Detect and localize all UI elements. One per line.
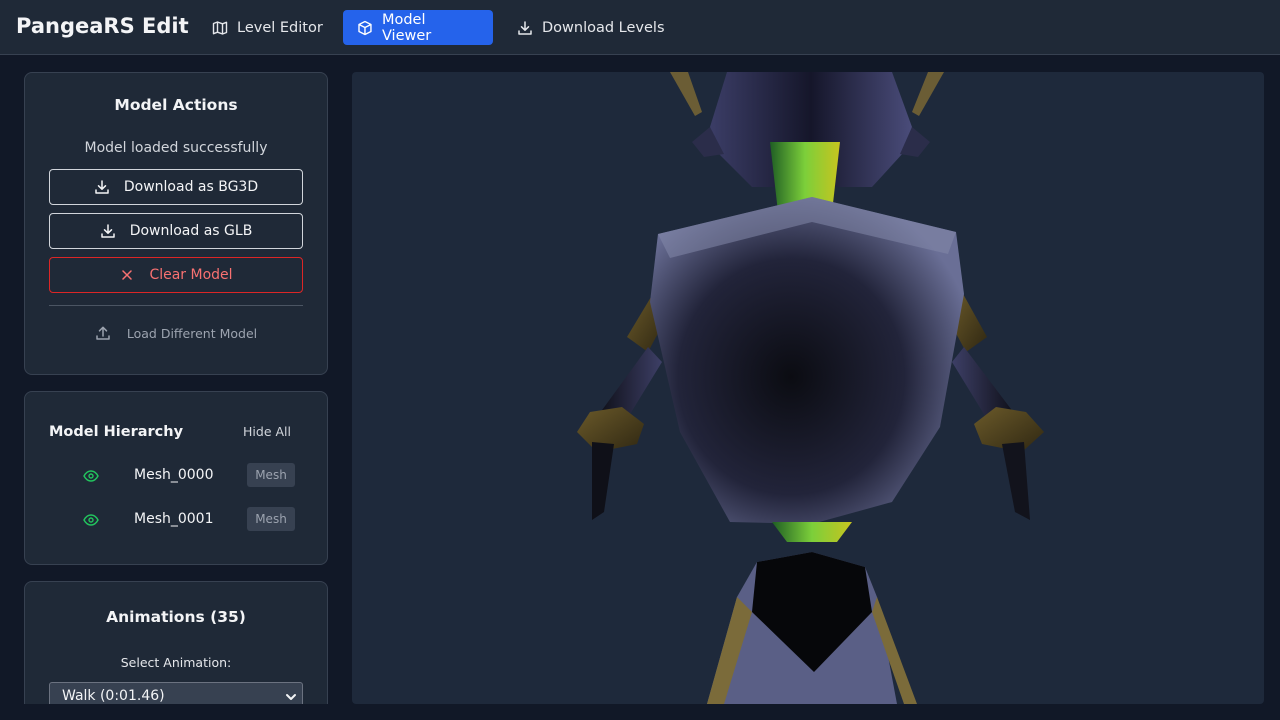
model-hierarchy-title: Model Hierarchy (49, 424, 184, 440)
animations-panel: Animations (35) Select Animation: Walk (… (24, 581, 328, 704)
model-actions-panel: Model Actions Model loaded successfully … (24, 72, 328, 375)
hierarchy-item-name: Mesh_0001 (134, 511, 214, 527)
hide-all-button[interactable]: Hide All (243, 424, 291, 439)
animation-select-value: Walk (0:01.46) (62, 688, 165, 704)
map-icon (212, 20, 228, 35)
clear-model-button[interactable]: Clear Model (49, 257, 303, 293)
model-status-text: Model loaded successfully (84, 140, 268, 156)
select-animation-label: Select Animation: (120, 655, 232, 670)
clear-model-label: Clear Model (149, 267, 233, 283)
model-actions-title: Model Actions (114, 96, 238, 114)
nav-level-editor-label: Level Editor (237, 19, 323, 36)
top-navbar: PangeaRS Edit Level Editor Model Viewer … (0, 0, 1280, 55)
nav-download-levels[interactable]: Download Levels (503, 10, 679, 45)
eye-icon[interactable] (83, 468, 99, 484)
nav-model-viewer[interactable]: Model Viewer (343, 10, 493, 45)
hierarchy-item-type-badge: Mesh (247, 463, 295, 487)
download-bg3d-label: Download as BG3D (123, 179, 259, 195)
download-bg3d-button[interactable]: Download as BG3D (49, 169, 303, 205)
divider (49, 305, 303, 306)
load-different-model-label: Load Different Model (126, 325, 258, 341)
app-title: PangeaRS Edit (16, 14, 189, 38)
chevron-down-icon (286, 694, 296, 700)
download-icon (518, 20, 532, 35)
close-icon (122, 270, 133, 280)
hierarchy-item-name: Mesh_0000 (134, 467, 214, 483)
cube-icon (358, 20, 372, 35)
hierarchy-item[interactable]: Mesh_0001 Mesh (49, 506, 303, 534)
model-viewer-canvas[interactable] (352, 72, 1264, 704)
nav-download-levels-label: Download Levels (542, 19, 665, 36)
animations-title: Animations (35) (106, 608, 246, 626)
download-glb-label: Download as GLB (129, 223, 253, 239)
upload-icon (96, 326, 110, 340)
nav-model-viewer-label: Model Viewer (381, 11, 432, 44)
hierarchy-item-type-badge: Mesh (247, 507, 295, 531)
download-glb-button[interactable]: Download as GLB (49, 213, 303, 249)
model-hierarchy-panel: Model Hierarchy Hide All Mesh_0000 Mesh … (24, 391, 328, 565)
hierarchy-item[interactable]: Mesh_0000 Mesh (49, 462, 303, 490)
download-icon (100, 224, 115, 238)
nav-level-editor[interactable]: Level Editor (198, 10, 337, 45)
download-icon (95, 180, 109, 194)
animation-select[interactable]: Walk (0:01.46) (49, 682, 303, 704)
3d-model-render (577, 72, 1044, 704)
eye-icon[interactable] (83, 512, 99, 528)
load-different-model-button[interactable]: Load Different Model (25, 325, 327, 341)
